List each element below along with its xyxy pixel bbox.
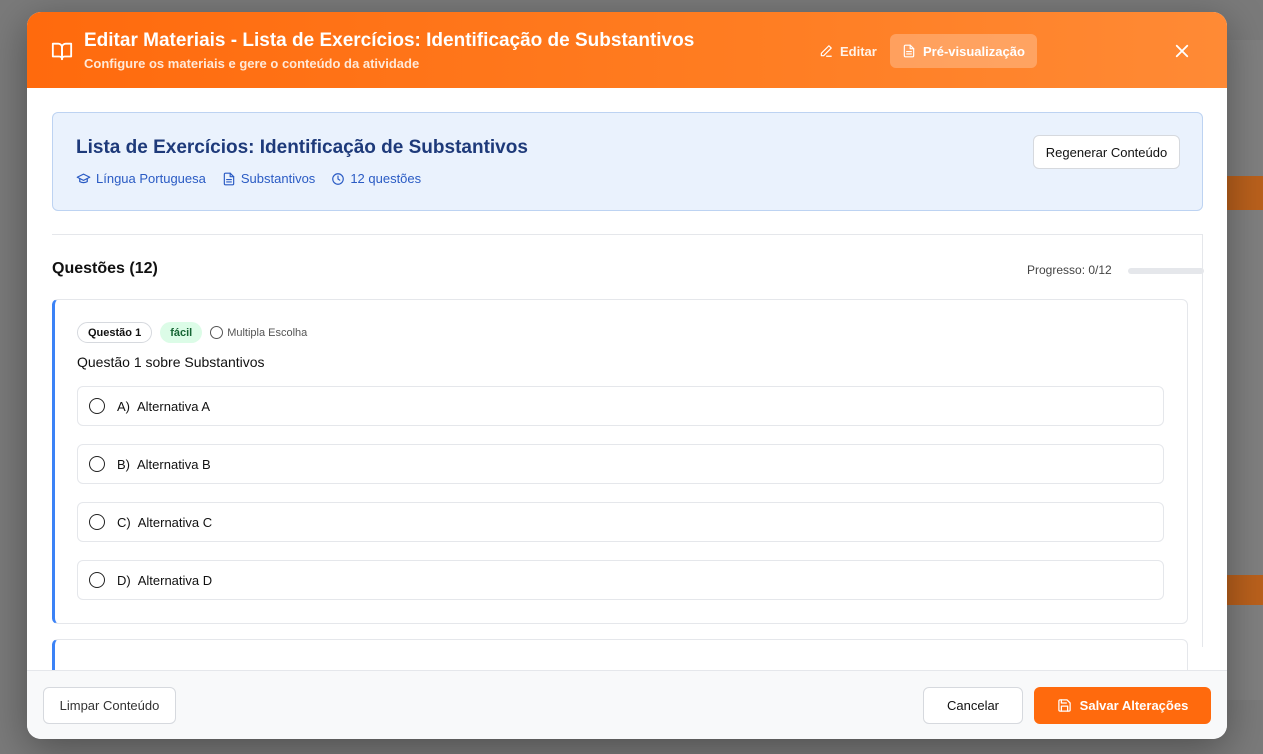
radio-button[interactable]: [89, 456, 105, 472]
option-text: Alternativa B: [137, 456, 211, 472]
save-icon: [1057, 699, 1071, 712]
subject-label: Língua Portuguesa: [96, 171, 206, 186]
graduation-cap-icon: [76, 173, 91, 184]
edit-materials-modal: Editar Materiais - Lista de Exercícios: …: [27, 12, 1227, 739]
question-card: Questão 1 fácil Multipla Escolha Questão…: [52, 299, 1188, 624]
question-card-next: [52, 639, 1188, 671]
activity-info-card: Lista de Exercícios: Identificação de Su…: [52, 112, 1203, 211]
section-divider: [52, 234, 1203, 235]
topic-label: Substantivos: [240, 171, 316, 186]
cancel-button[interactable]: Cancelar: [923, 687, 1023, 724]
subject-meta: Língua Portuguesa: [76, 171, 206, 186]
section-border: [1202, 234, 1203, 647]
option-a[interactable]: A) Alternativa A: [77, 386, 1164, 426]
edit-mode-label: Editar: [840, 43, 877, 59]
modal-header: Editar Materiais - Lista de Exercícios: …: [27, 12, 1227, 88]
question-count-label: 12 questões: [350, 171, 422, 186]
save-changes-label: Salvar Alterações: [1079, 698, 1189, 713]
pencil-icon: [820, 45, 832, 57]
option-text: Alternativa D: [137, 572, 213, 588]
option-letter: B): [117, 456, 130, 472]
clock-icon: [332, 172, 345, 185]
question-number-badge: Questão 1: [77, 322, 153, 343]
background-accent-strip: [1225, 575, 1263, 605]
questions-heading: Questões (12): [52, 260, 158, 277]
question-count-meta: 12 questões: [331, 171, 421, 186]
option-letter: C): [117, 514, 131, 530]
option-text: Alternativa C: [137, 514, 213, 530]
clear-content-button[interactable]: Limpar Conteúdo: [43, 687, 176, 724]
question-type-label: Multipla Escolha: [227, 326, 308, 339]
radio-button[interactable]: [89, 398, 105, 414]
question-type: Multipla Escolha: [210, 326, 307, 339]
modal-footer: Limpar Conteúdo Cancelar Salvar Alteraçõ…: [27, 670, 1227, 739]
progress-bar: [1128, 268, 1204, 274]
regenerate-content-button[interactable]: Regenerar Conteúdo: [1033, 135, 1180, 169]
preview-mode-label: Pré-visualização: [923, 43, 1025, 59]
radio-button[interactable]: [89, 514, 105, 530]
activity-title: Lista de Exercícios: Identificação de Su…: [76, 137, 528, 158]
topic-meta: Substantivos: [222, 171, 315, 186]
activity-meta: Língua Portuguesa Substantivos 12 questõ…: [76, 171, 421, 186]
option-b[interactable]: B) Alternativa B: [77, 444, 1164, 484]
file-text-icon: [903, 44, 915, 58]
background-accent-strip: [1225, 176, 1263, 210]
modal-title: Editar Materiais - Lista de Exercícios: …: [84, 30, 695, 51]
book-open-icon: [51, 42, 73, 61]
question-text: Questão 1 sobre Substantivos: [77, 354, 265, 370]
circle-icon: [210, 326, 224, 339]
option-c[interactable]: C) Alternativa C: [77, 502, 1164, 542]
radio-button[interactable]: [89, 572, 105, 588]
question-badges: Questão 1 fácil Multipla Escolha: [77, 322, 307, 343]
save-changes-button[interactable]: Salvar Alterações: [1034, 687, 1211, 724]
edit-mode-button[interactable]: Editar: [807, 34, 889, 68]
modal-content[interactable]: Lista de Exercícios: Identificação de Su…: [27, 88, 1227, 671]
option-letter: A): [117, 398, 130, 414]
option-text: Alternativa A: [137, 398, 210, 414]
document-icon: [223, 172, 235, 185]
modal-subtitle: Configure os materiais e gere o conteúdo…: [84, 56, 420, 71]
close-icon[interactable]: [1173, 42, 1191, 60]
progress-label: Progresso: 0/12: [1027, 263, 1112, 277]
option-d[interactable]: D) Alternativa D: [77, 560, 1164, 600]
difficulty-badge: fácil: [160, 322, 203, 343]
preview-mode-button[interactable]: Pré-visualização: [890, 34, 1037, 68]
option-letter: D): [117, 572, 131, 588]
